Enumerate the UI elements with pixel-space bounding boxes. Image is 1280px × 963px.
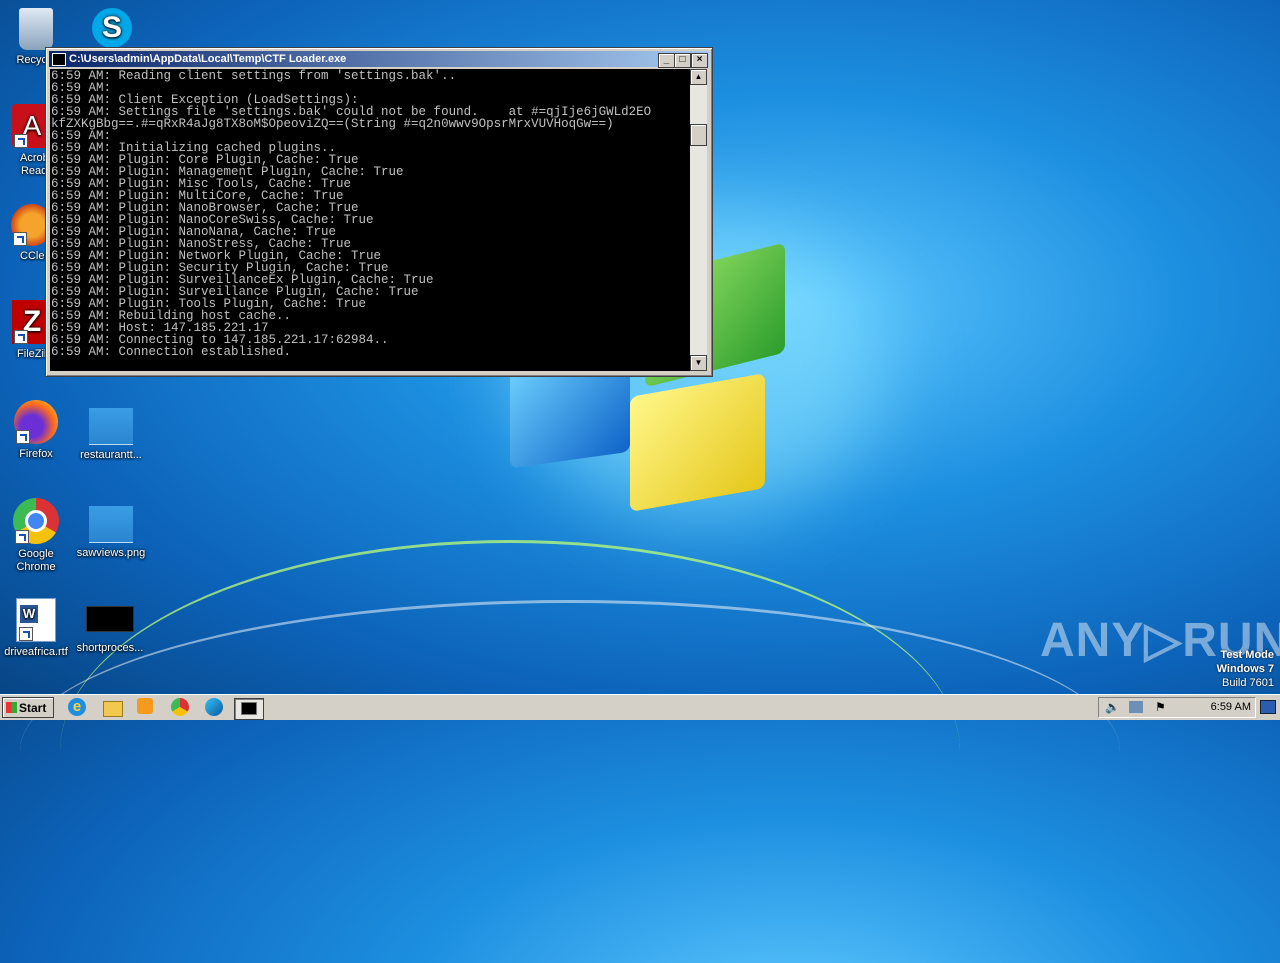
desktop-icon-sawviews[interactable]: sawviews.png xyxy=(73,506,149,560)
scroll-up-button[interactable]: ▲ xyxy=(690,69,707,85)
minimize-button[interactable]: _ xyxy=(658,53,675,68)
taskbar-clock[interactable]: 6:59 AM xyxy=(1211,698,1251,717)
ie-icon[interactable]: e xyxy=(68,698,90,718)
console-taskbar-button[interactable] xyxy=(234,698,264,720)
start-button[interactable]: Start xyxy=(2,697,54,718)
action-center-flag-icon[interactable]: ⚑ xyxy=(1155,700,1166,714)
scroll-thumb[interactable] xyxy=(690,124,707,146)
desktop-icon-skype[interactable]: S xyxy=(74,8,150,52)
desktop-icon-label: sawviews.png xyxy=(76,547,146,559)
desktop-icon-label: restaurantt... xyxy=(80,449,142,461)
desktop-icon-firefox[interactable]: Firefox xyxy=(0,400,74,461)
desktop-icon-driveafrica[interactable]: W driveafrica.rtf xyxy=(0,598,74,659)
console-line: kfZXKgBbg==.#=qRxR4aJg8TX8oM$OpeoviZQ==(… xyxy=(51,117,614,131)
console-window[interactable]: C:\Users\admin\AppData\Local\Temp\CTF Lo… xyxy=(45,47,713,377)
console-line: 6:59 AM: Reading client settings from 's… xyxy=(51,69,457,83)
window-title: C:\Users\admin\AppData\Local\Temp\CTF Lo… xyxy=(69,53,347,65)
system-tray: 🔈 ⚑ 6:59 AM xyxy=(1098,697,1256,718)
chrome-icon xyxy=(13,498,59,544)
word-document-icon: W xyxy=(16,598,56,642)
image-file-icon xyxy=(89,506,133,543)
windows-flag-icon xyxy=(6,702,17,713)
file-icon xyxy=(89,408,133,445)
volume-icon[interactable]: 🔈 xyxy=(1105,700,1120,714)
close-button[interactable]: × xyxy=(691,53,708,68)
skype-icon: S xyxy=(92,8,132,48)
desktop-icon-label: driveafrica.rtf xyxy=(4,646,68,658)
desktop-icon-restaurant[interactable]: restaurantt... xyxy=(73,408,149,462)
window-titlebar[interactable]: C:\Users\admin\AppData\Local\Temp\CTF Lo… xyxy=(49,51,709,68)
console-line: 6:59 AM: Connection established. xyxy=(51,345,292,359)
chrome-taskbar-icon[interactable] xyxy=(171,698,193,718)
vertical-scrollbar[interactable]: ▲ ▼ xyxy=(690,69,707,371)
console-app-icon xyxy=(52,53,66,66)
maximize-button[interactable]: □ xyxy=(674,53,691,68)
os-version-label: Windows 7 xyxy=(1216,663,1274,675)
os-info: Test Mode Windows 7 Build 7601 xyxy=(1217,648,1274,690)
desktop-icon-label: Firefox xyxy=(19,448,53,460)
desktop-icon-shortprocess[interactable]: shortproces... xyxy=(72,606,148,655)
desktop-icon-google-chrome[interactable]: Google Chrome xyxy=(0,498,74,574)
file-icon xyxy=(86,606,134,632)
scroll-down-button[interactable]: ▼ xyxy=(690,355,707,371)
edge-icon[interactable] xyxy=(205,698,227,718)
recycle-bin-icon xyxy=(19,8,53,50)
os-build-label: Build 7601 xyxy=(1222,677,1274,689)
network-icon[interactable] xyxy=(1129,701,1143,713)
show-desktop-button[interactable] xyxy=(1260,700,1276,714)
console-output[interactable]: 6:59 AM: Reading client settings from 's… xyxy=(50,69,690,371)
test-mode-label: Test Mode xyxy=(1220,649,1274,661)
taskbar: Start e 🔈 ⚑ 6:59 AM xyxy=(0,694,1280,720)
wallpaper-swoosh xyxy=(20,600,1120,903)
start-label: Start xyxy=(19,701,47,715)
firefox-icon xyxy=(14,400,58,444)
media-player-icon[interactable] xyxy=(137,698,159,718)
desktop-icon-label: Google Chrome xyxy=(16,548,56,573)
desktop-icon-label: shortproces... xyxy=(76,642,144,654)
explorer-icon[interactable] xyxy=(103,698,125,718)
